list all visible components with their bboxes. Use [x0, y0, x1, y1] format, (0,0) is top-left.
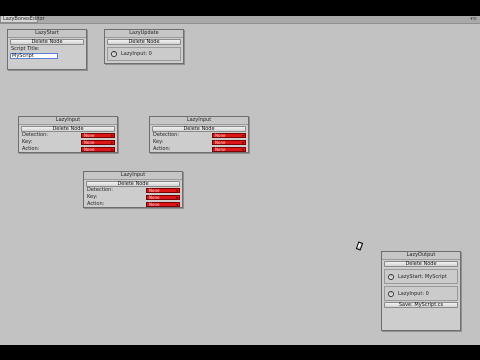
key-label: Key: — [87, 194, 98, 200]
mouse-cursor-icon — [355, 241, 364, 251]
save-script-button[interactable]: Save: MyScript.cs — [384, 302, 458, 308]
info-text: LazyStart: MyScript — [398, 274, 447, 280]
key-label: Key: — [22, 139, 33, 145]
dropdown-value: None — [149, 195, 160, 200]
dropdown-arrow-icon: ▾ — [241, 133, 244, 138]
dropdown-value: None — [215, 147, 226, 152]
node-lazy-output[interactable]: LazyOutput Delete Node ! LazyStart: MySc… — [381, 251, 461, 331]
key-dropdown[interactable]: None ▾ — [146, 195, 180, 200]
action-label: Action: — [153, 146, 171, 152]
dropdown-value: None — [149, 188, 160, 193]
detection-dropdown[interactable]: None ▾ — [81, 133, 115, 138]
dropdown-arrow-icon: ▾ — [110, 133, 113, 138]
info-icon: ! — [388, 291, 394, 297]
dropdown-arrow-icon: ▾ — [241, 140, 244, 145]
dropdown-arrow-icon: ▾ — [175, 195, 178, 200]
node-lazy-input[interactable]: LazyInput Delete Node Detection: None ▾ K… — [18, 116, 118, 153]
tab-strip: LazyBonesEditor ▾≡ — [0, 16, 480, 24]
dropdown-arrow-icon: ▾ — [175, 188, 178, 193]
lazy-input-info: ! LazyInput: 0 — [107, 47, 181, 61]
action-dropdown[interactable]: None ▾ — [146, 202, 180, 207]
script-title-input[interactable]: MyScript — [10, 53, 58, 59]
lazy-start-info: ! LazyStart: MyScript — [384, 269, 458, 284]
node-title[interactable]: LazyOutput — [382, 252, 460, 260]
dropdown-value: None — [215, 140, 226, 145]
key-label: Key: — [153, 139, 164, 145]
key-dropdown[interactable]: None ▾ — [212, 140, 246, 145]
detection-label: Detection: — [87, 187, 113, 193]
node-title[interactable]: LazyInput — [150, 117, 248, 125]
detection-label: Detection: — [22, 132, 48, 138]
editor-window: LazyBonesEditor ▾≡ LazyStart Delete Node… — [0, 16, 480, 345]
dropdown-value: None — [84, 133, 95, 138]
dropdown-value: None — [84, 147, 95, 152]
node-title[interactable]: LazyStart — [8, 30, 86, 38]
action-dropdown[interactable]: None ▾ — [81, 147, 115, 152]
node-title[interactable]: LazyInput — [19, 117, 117, 125]
node-title[interactable]: LazyUpdate — [105, 30, 183, 38]
window-menu-icon[interactable]: ▾≡ — [470, 16, 477, 22]
dropdown-value: None — [84, 140, 95, 145]
node-lazy-start[interactable]: LazyStart Delete Node Script Title: MySc… — [7, 29, 87, 70]
info-icon: ! — [111, 51, 117, 57]
tab-lazybones-editor[interactable]: LazyBonesEditor — [0, 16, 45, 23]
delete-node-button[interactable]: Delete Node — [107, 39, 181, 45]
dropdown-arrow-icon: ▾ — [110, 147, 113, 152]
info-text: LazyInput: 0 — [398, 291, 429, 297]
node-title[interactable]: LazyInput — [84, 172, 182, 180]
delete-node-button[interactable]: Delete Node — [10, 39, 84, 45]
key-dropdown[interactable]: None ▾ — [81, 140, 115, 145]
action-label: Action: — [87, 201, 105, 207]
dropdown-arrow-icon: ▾ — [241, 147, 244, 152]
script-title-label: Script Title: — [11, 46, 40, 52]
delete-node-button[interactable]: Delete Node — [384, 261, 458, 267]
dropdown-arrow-icon: ▾ — [175, 202, 178, 207]
action-label: Action: — [22, 146, 40, 152]
detection-label: Detection: — [153, 132, 179, 138]
action-dropdown[interactable]: None ▾ — [212, 147, 246, 152]
dropdown-value: None — [149, 202, 160, 207]
info-icon: ! — [388, 274, 394, 280]
lazy-input-info: ! LazyInput: 0 — [384, 286, 458, 301]
dropdown-arrow-icon: ▾ — [110, 140, 113, 145]
info-text: LazyInput: 0 — [121, 51, 152, 57]
detection-dropdown[interactable]: None ▾ — [212, 133, 246, 138]
dropdown-value: None — [215, 133, 226, 138]
node-lazy-input[interactable]: LazyInput Delete Node Detection: None ▾ K… — [83, 171, 183, 208]
node-lazy-update[interactable]: LazyUpdate Delete Node ! LazyInput: 0 — [104, 29, 184, 64]
detection-dropdown[interactable]: None ▾ — [146, 188, 180, 193]
node-lazy-input[interactable]: LazyInput Delete Node Detection: None ▾ K… — [149, 116, 249, 153]
